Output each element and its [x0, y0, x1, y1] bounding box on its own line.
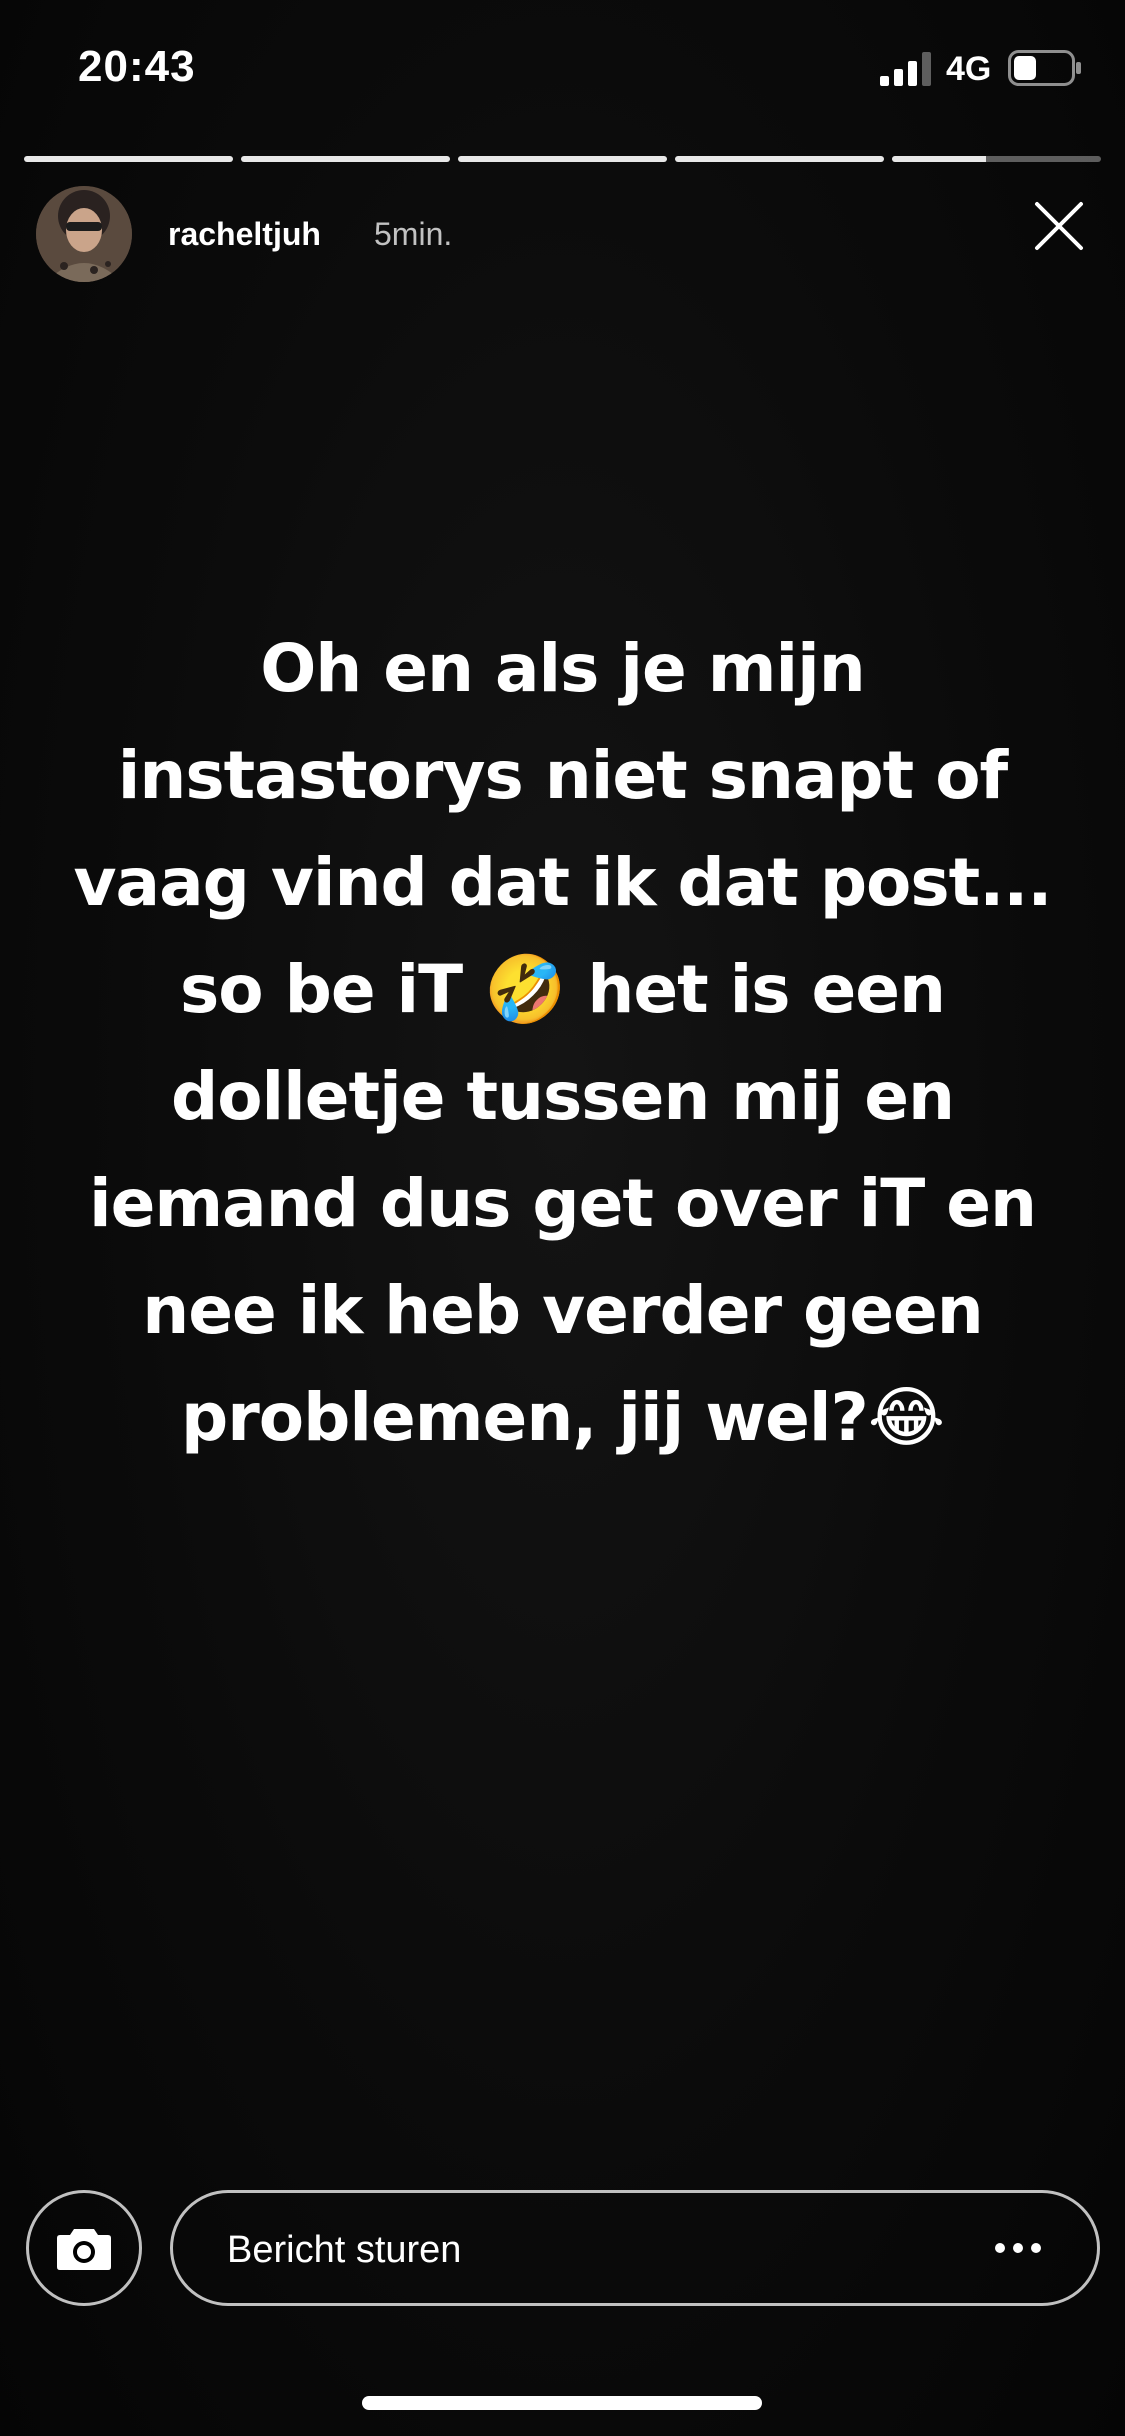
signal-icon	[880, 52, 931, 86]
reply-bar: Bericht sturen	[0, 2190, 1125, 2310]
camera-icon	[57, 2229, 111, 2270]
close-icon[interactable]	[1029, 196, 1089, 256]
story-screen: 20:43 4G racheltjuh 5min. Oh en als je m…	[0, 0, 1125, 2436]
progress-segment	[24, 156, 233, 162]
story-time-ago: 5min.	[374, 216, 453, 252]
story-header: racheltjuh 5min.	[36, 186, 1089, 282]
message-placeholder: Bericht sturen	[227, 2229, 462, 2271]
progress-segment	[675, 156, 884, 162]
progress-segment-fill	[892, 156, 987, 162]
avatar[interactable]	[36, 186, 132, 282]
progress-segment-fill	[241, 156, 450, 162]
progress-segment-fill	[675, 156, 884, 162]
progress-segment	[241, 156, 450, 162]
progress-segment-fill	[24, 156, 233, 162]
message-input[interactable]: Bericht sturen	[170, 2190, 1100, 2306]
battery-icon	[1008, 50, 1081, 86]
story-text: Oh en als je mijn instastorys niet snapt…	[73, 630, 1053, 1456]
story-progress	[24, 156, 1101, 162]
network-label: 4G	[946, 50, 992, 88]
progress-segment-fill	[458, 156, 667, 162]
username[interactable]: racheltjuh	[168, 216, 321, 253]
more-icon[interactable]	[993, 2233, 1043, 2263]
status-bar: 20:43 4G	[0, 0, 1125, 130]
progress-segment	[892, 156, 1101, 162]
progress-segment	[458, 156, 667, 162]
status-time: 20:43	[78, 42, 196, 91]
home-indicator[interactable]	[362, 2396, 762, 2410]
camera-button[interactable]	[26, 2190, 142, 2306]
